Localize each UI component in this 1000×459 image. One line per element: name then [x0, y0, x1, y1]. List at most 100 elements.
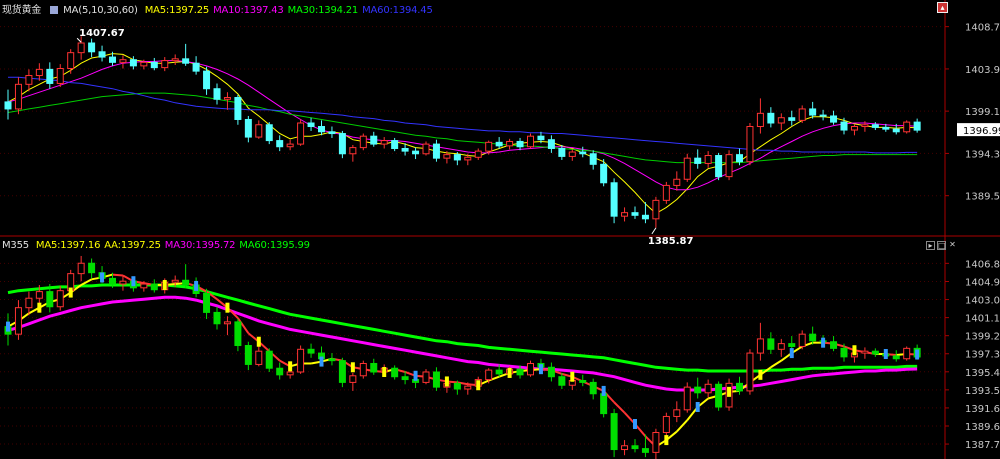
candle[interactable]: [840, 347, 848, 358]
candle[interactable]: [453, 382, 461, 390]
candle[interactable]: [903, 121, 911, 133]
candle[interactable]: [213, 311, 221, 325]
candle[interactable]: [568, 151, 576, 157]
candle[interactable]: [213, 88, 221, 100]
candle[interactable]: [495, 369, 503, 375]
candle[interactable]: [432, 143, 440, 159]
candle[interactable]: [683, 157, 691, 180]
candle[interactable]: [129, 59, 137, 67]
candle[interactable]: [662, 415, 670, 434]
candle[interactable]: [338, 133, 346, 155]
candle[interactable]: [338, 360, 346, 383]
candle[interactable]: [182, 279, 190, 286]
candle[interactable]: [558, 376, 566, 386]
candle[interactable]: [286, 371, 294, 376]
candle[interactable]: [746, 352, 754, 392]
panel-close-icon[interactable]: ✕: [948, 241, 957, 250]
candle[interactable]: [244, 118, 252, 138]
candle[interactable]: [861, 350, 869, 354]
candle[interactable]: [401, 147, 409, 152]
candle[interactable]: [297, 348, 305, 373]
candle[interactable]: [223, 321, 231, 325]
candle[interactable]: [255, 350, 263, 365]
candle[interactable]: [265, 124, 273, 142]
candle[interactable]: [631, 212, 639, 216]
candle[interactable]: [694, 157, 702, 164]
panel-settings-icon[interactable]: ▸: [926, 241, 935, 250]
candle[interactable]: [798, 333, 806, 347]
candle[interactable]: [662, 184, 670, 201]
candle[interactable]: [579, 380, 587, 383]
candle[interactable]: [589, 381, 597, 395]
candle[interactable]: [370, 362, 378, 373]
candle[interactable]: [746, 126, 754, 163]
candle[interactable]: [67, 52, 75, 69]
candle[interactable]: [307, 348, 315, 354]
candle[interactable]: [621, 212, 629, 217]
candle[interactable]: [600, 393, 608, 415]
candle[interactable]: [119, 59, 127, 63]
candle[interactable]: [109, 56, 116, 63]
candle[interactable]: [359, 135, 367, 149]
candle[interactable]: [77, 262, 85, 275]
candle[interactable]: [756, 112, 764, 128]
candle[interactable]: [140, 283, 148, 289]
candle[interactable]: [192, 62, 200, 72]
candle[interactable]: [621, 445, 629, 451]
candle[interactable]: [850, 126, 858, 131]
candle[interactable]: [485, 369, 493, 381]
candle[interactable]: [589, 153, 597, 165]
candle[interactable]: [88, 262, 96, 274]
candle[interactable]: [683, 386, 691, 411]
candle[interactable]: [830, 341, 838, 349]
candle[interactable]: [485, 141, 493, 152]
candle[interactable]: [652, 199, 660, 220]
candle[interactable]: [579, 151, 587, 155]
candle[interactable]: [150, 283, 158, 291]
candle[interactable]: [767, 338, 775, 350]
candle[interactable]: [359, 362, 367, 377]
candle[interactable]: [182, 58, 190, 64]
candle[interactable]: [725, 154, 733, 178]
candle[interactable]: [328, 358, 336, 362]
candle[interactable]: [318, 126, 325, 133]
candle[interactable]: [527, 362, 534, 376]
candle[interactable]: [370, 135, 378, 145]
candle[interactable]: [516, 140, 524, 148]
candle[interactable]: [871, 124, 879, 128]
candle[interactable]: [98, 51, 106, 58]
candle[interactable]: [25, 297, 33, 309]
candle[interactable]: [349, 147, 357, 155]
candle[interactable]: [704, 155, 712, 164]
candle[interactable]: [537, 135, 545, 141]
candle[interactable]: [809, 108, 817, 116]
candle[interactable]: [474, 150, 482, 158]
candle[interactable]: [631, 445, 639, 450]
candle[interactable]: [432, 371, 440, 388]
candle[interactable]: [840, 121, 848, 131]
candle[interactable]: [46, 291, 54, 308]
candle[interactable]: [286, 143, 294, 148]
candle[interactable]: [401, 376, 409, 381]
candle[interactable]: [527, 135, 534, 148]
candle[interactable]: [882, 126, 890, 130]
candle[interactable]: [903, 347, 911, 360]
candle[interactable]: [641, 214, 649, 220]
candle[interactable]: [161, 60, 169, 69]
candle[interactable]: [767, 112, 775, 124]
candle[interactable]: [777, 117, 785, 124]
candle[interactable]: [610, 182, 618, 217]
candle[interactable]: [203, 70, 211, 90]
candle[interactable]: [788, 343, 796, 347]
candle[interactable]: [4, 101, 12, 110]
candle[interactable]: [913, 121, 921, 131]
candle[interactable]: [558, 147, 566, 157]
indicator-settings-icon[interactable]: [50, 6, 59, 14]
candle[interactable]: [171, 58, 179, 62]
candle[interactable]: [673, 409, 681, 417]
candle[interactable]: [56, 290, 64, 308]
candle[interactable]: [777, 343, 785, 350]
candle[interactable]: [46, 68, 54, 84]
candle[interactable]: [610, 413, 618, 451]
candle[interactable]: [77, 42, 85, 54]
